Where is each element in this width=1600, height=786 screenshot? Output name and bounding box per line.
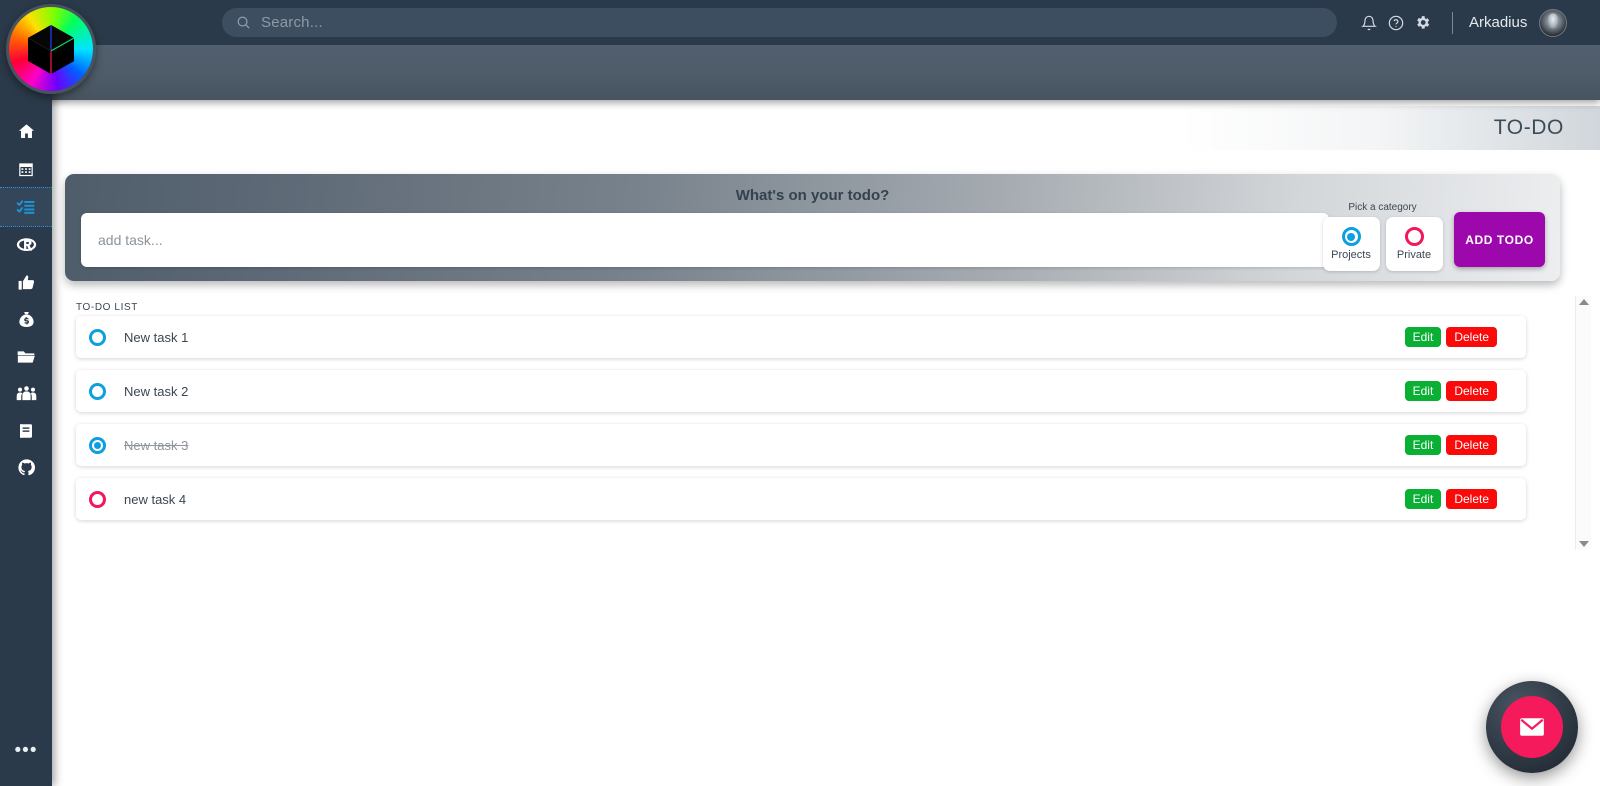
sidebar-item-calendar[interactable] xyxy=(0,150,52,187)
search-input[interactable]: Search... xyxy=(222,8,1337,37)
edit-button[interactable]: Edit xyxy=(1404,327,1442,347)
navbar-divider xyxy=(1452,11,1453,34)
fab-inner-circle xyxy=(1501,696,1563,758)
sidebar-item-budget[interactable] xyxy=(0,301,52,338)
table-row[interactable]: New task 1 Edit Delete xyxy=(76,316,1526,358)
add-task-input[interactable] xyxy=(81,213,1329,267)
scroll-down-arrow-icon[interactable] xyxy=(1578,541,1589,547)
edit-button[interactable]: Edit xyxy=(1404,435,1442,455)
sidebar-item-team[interactable] xyxy=(0,375,52,412)
scroll-up-arrow-icon[interactable] xyxy=(1578,299,1589,305)
category-options: Projects Private xyxy=(1322,217,1443,271)
category-option-private[interactable]: Private xyxy=(1385,217,1443,271)
search-placeholder-text: Search... xyxy=(261,14,323,31)
sidebar-item-files[interactable] xyxy=(0,338,52,375)
sidebar-item-home[interactable] xyxy=(0,113,52,150)
avatar[interactable] xyxy=(1539,8,1568,37)
delete-button[interactable]: Delete xyxy=(1446,381,1497,401)
table-row[interactable]: New task 2 Edit Delete xyxy=(76,370,1526,412)
row-actions: Edit Delete xyxy=(1404,381,1497,401)
radio-projects-icon xyxy=(1341,227,1361,246)
main-content: TO-DO What's on your todo? Pick a catego… xyxy=(52,100,1600,786)
list-scrollbar[interactable] xyxy=(1575,296,1591,550)
todo-list: New task 1 Edit Delete New task 2 Edit D… xyxy=(76,316,1575,556)
task-toggle-radio-icon[interactable] xyxy=(89,328,106,346)
task-toggle-radio-icon[interactable] xyxy=(89,382,106,400)
todo-list-label: TO-DO LIST xyxy=(76,302,138,313)
category-option-projects[interactable]: Projects xyxy=(1322,217,1380,271)
bell-icon[interactable] xyxy=(1355,9,1382,36)
rainbow-cube-logo[interactable] xyxy=(6,4,96,94)
page-title-container: TO-DO xyxy=(1180,106,1600,150)
navbar-actions: Arkadius xyxy=(1355,8,1568,37)
row-actions: Edit Delete xyxy=(1404,327,1497,347)
page-title: TO-DO xyxy=(1493,116,1564,139)
left-sidebar: ••• xyxy=(0,0,52,786)
delete-button[interactable]: Delete xyxy=(1446,327,1497,347)
edit-button[interactable]: Edit xyxy=(1404,489,1442,509)
table-row[interactable]: New task 3 Edit Delete xyxy=(76,424,1526,466)
delete-button[interactable]: Delete xyxy=(1446,435,1497,455)
task-text: New task 1 xyxy=(124,329,189,345)
sidebar-item-r-project[interactable] xyxy=(0,227,52,264)
gear-icon[interactable] xyxy=(1409,9,1436,36)
row-actions: Edit Delete xyxy=(1404,435,1497,455)
edit-button[interactable]: Edit xyxy=(1404,381,1442,401)
sidebar-item-github[interactable] xyxy=(0,449,52,486)
secondary-header-band xyxy=(0,45,1600,100)
sidebar-item-thumbs-up[interactable] xyxy=(0,264,52,301)
task-text: new task 4 xyxy=(124,491,187,507)
category-picker-label: Pick a category xyxy=(1348,202,1417,213)
sidebar-item-todo[interactable] xyxy=(0,187,52,227)
task-text: New task 2 xyxy=(124,383,189,399)
top-navbar: Search... Arkadius xyxy=(0,0,1600,45)
category-projects-label: Projects xyxy=(1331,249,1371,261)
contact-fab-button[interactable] xyxy=(1486,681,1578,773)
user-name-label[interactable]: Arkadius xyxy=(1469,14,1527,31)
category-picker: Pick a category Projects Private xyxy=(1320,202,1445,271)
task-toggle-radio-icon[interactable] xyxy=(89,436,106,454)
task-toggle-radio-icon[interactable] xyxy=(89,490,106,508)
add-todo-button[interactable]: ADD TODO xyxy=(1454,212,1545,267)
delete-button[interactable]: Delete xyxy=(1446,489,1497,509)
task-text: New task 3 xyxy=(124,437,189,453)
row-actions: Edit Delete xyxy=(1404,489,1497,509)
radio-private-icon xyxy=(1404,227,1424,246)
add-todo-card: What's on your todo? Pick a category Pro… xyxy=(65,174,1560,281)
table-row[interactable]: new task 4 Edit Delete xyxy=(76,478,1526,520)
sidebar-item-library[interactable] xyxy=(0,412,52,449)
search-icon xyxy=(236,15,251,30)
sidebar-more-button[interactable]: ••• xyxy=(0,741,52,760)
category-private-label: Private xyxy=(1396,249,1432,261)
envelope-icon xyxy=(1520,718,1544,736)
help-circle-icon[interactable] xyxy=(1382,9,1409,36)
